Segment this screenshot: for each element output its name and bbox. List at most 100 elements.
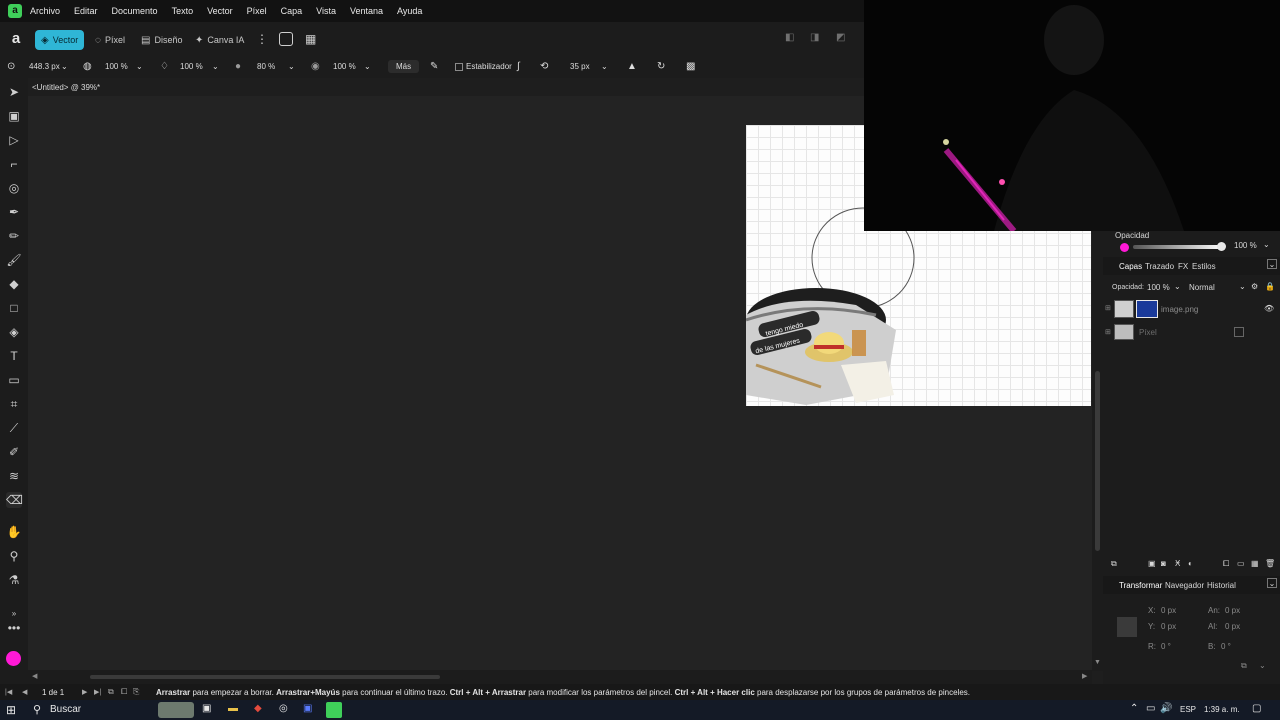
zoom-tool-icon[interactable]: ⚲ [6,548,22,564]
menu-ventana[interactable]: Ventana [350,6,383,16]
hand-tool-icon[interactable]: ✋ [6,524,22,540]
x-field[interactable]: 0 px [1161,606,1176,615]
share-icon[interactable] [279,32,293,46]
eyedropper-icon[interactable]: ⟋ [6,420,22,436]
layer-row[interactable]: ⊞ image.png 👁 [1103,298,1280,320]
refresh-icon[interactable]: ↻ [657,61,665,72]
document-tab[interactable]: <Untitled> @ 39%* [32,83,100,92]
persona-design-button[interactable]: ▤ Diseño [135,30,188,50]
move-tool-icon[interactable]: ➤ [6,84,22,100]
stabilizer-checkbox[interactable] [455,63,463,71]
tab-transformar[interactable]: Transformar [1119,581,1162,590]
panel-collapse-icon[interactable]: ⌄ [1267,578,1277,588]
blend-mode-select[interactable]: Normal [1189,283,1215,292]
app-icon[interactable]: ▣ [303,703,312,714]
menu-capa[interactable]: Capa [281,6,303,16]
hardness-field[interactable]: 80 % [257,62,275,71]
pages-icon[interactable]: ⧉ [108,687,114,697]
menu-pixel[interactable]: Píxel [247,6,267,16]
affinity-logo-icon[interactable]: a [8,31,24,47]
volume-icon[interactable]: 🔊 [1160,703,1172,714]
horizontal-scrollbar[interactable]: ◀ ▶ [28,670,1092,684]
panel-collapse-icon[interactable]: ⌄ [1267,259,1277,269]
brush-tool-icon[interactable]: 🖌 [6,252,22,268]
file-explorer-icon[interactable]: ▬ [228,703,238,714]
chevron-down-icon[interactable]: ⌄ [1259,661,1266,670]
opacity-field[interactable]: 100 % [105,62,128,71]
chevron-down-icon[interactable]: ⌄ [601,62,608,71]
next-page-icon[interactable]: ▶ [82,688,87,696]
trash-icon[interactable]: 🗑 [1265,559,1275,568]
notification-icon[interactable]: ▢ [1252,703,1261,714]
tab-capas[interactable]: Capas [1119,262,1142,271]
prev-page-icon[interactable]: ◀ [22,688,27,696]
scroll-left-icon[interactable]: ◀ [32,672,37,680]
lock-icon[interactable]: 🔒 [1265,282,1275,291]
app-icon[interactable]: ◎ [279,703,288,714]
s-field[interactable]: 0 ° [1221,642,1231,651]
chevron-down-icon[interactable]: ⌄ [136,62,143,71]
expand-layer-icon[interactable]: ⊞ [1105,304,1111,312]
weather-widget-icon[interactable] [158,702,194,718]
task-view-icon[interactable]: ▣ [202,703,211,714]
vertical-scroll-thumb[interactable] [1095,371,1100,551]
pencil-tool-icon[interactable]: ✏ [6,228,22,244]
fill-tool-icon[interactable]: ◆ [6,276,22,292]
layer-visibility-checkbox[interactable] [1234,327,1244,337]
pressure-icon[interactable]: ▲ [627,61,637,72]
pen-tool-icon[interactable]: ✒ [6,204,22,220]
arrange-front-icon[interactable]: ◧ [785,32,794,43]
chevron-down-icon[interactable]: ⌄ [288,62,295,71]
scroll-right-icon[interactable]: ▶ [1082,672,1087,680]
scroll-down-icon[interactable]: ▼ [1094,659,1101,666]
network-icon[interactable]: ▭ [1146,703,1155,714]
horizontal-scroll-thumb[interactable] [90,675,440,679]
rectangle-tool-icon[interactable]: □ [6,300,22,316]
eye-icon[interactable]: 👁 [1264,304,1274,313]
vertical-scrollbar[interactable]: ▼ [1092,231,1103,671]
primary-color-swatch[interactable] [6,651,21,666]
layer-opacity-value[interactable]: 100 % [1147,283,1170,292]
taskbar-search-input[interactable]: Buscar [50,704,81,715]
tab-trazado[interactable]: Trazado [1145,262,1174,271]
persona-canva-ai-button[interactable]: ✦ Canva IA [189,30,250,50]
node-tool-icon[interactable]: ▷ [6,132,22,148]
adjustment-icon[interactable]: ▣ [1148,559,1156,568]
more-button[interactable]: Más [388,60,420,73]
eraser-tool-icon[interactable]: ⌫ [6,492,23,508]
group-icon[interactable]: ⧠ [1223,559,1229,569]
w-field[interactable]: 0 px [1225,606,1240,615]
place-image-icon[interactable]: ▭ [6,372,22,388]
expand-layer-icon[interactable]: ⊞ [1105,328,1111,336]
chevron-down-icon[interactable]: ⌄ [1174,282,1181,291]
y-field[interactable]: 0 px [1161,622,1176,631]
menu-documento[interactable]: Documento [112,6,158,16]
folder-icon[interactable]: ▭ [1237,559,1245,568]
artboard-tool-icon[interactable]: ▣ [6,108,22,124]
clock[interactable]: 1:39 a. m. [1204,705,1240,714]
color-picker-icon[interactable]: ✐ [6,444,22,460]
arrange-back-icon[interactable]: ◨ [810,32,819,43]
menu-texto[interactable]: Texto [172,6,194,16]
chevron-down-icon[interactable]: ⌄ [61,62,68,71]
copy-icon[interactable]: ⎘ [133,687,139,697]
size-field[interactable]: 35 px [570,62,590,71]
menu-vista[interactable]: Vista [316,6,336,16]
layer-settings-icon[interactable]: ⚙ [1251,282,1258,291]
texture-icon[interactable]: ▩ [686,61,695,72]
persona-pixel-button[interactable]: ◌ Píxel [89,30,131,50]
window-mode-icon[interactable]: ⟲ [540,61,548,72]
text-tool-icon[interactable]: T [6,348,22,364]
layer-properties-icon[interactable]: ⧉ [1111,559,1117,569]
color-dropper-icon[interactable]: ⚗ [6,572,22,588]
width-field[interactable]: 448.3 px [29,62,60,71]
anchor-grid-icon[interactable] [1117,617,1137,637]
paint-brush-icon[interactable]: ≋ [6,468,22,484]
menu-editar[interactable]: Editar [74,6,98,16]
current-color-dot[interactable] [1120,243,1129,252]
layer-row[interactable]: ⊞ Píxel [1103,322,1280,342]
persona-vector-button[interactable]: ◈ Vector [35,30,85,50]
search-icon[interactable]: ⚲ [33,703,41,716]
opacity-slider[interactable] [1133,245,1223,249]
flow-field[interactable]: 100 % [180,62,203,71]
